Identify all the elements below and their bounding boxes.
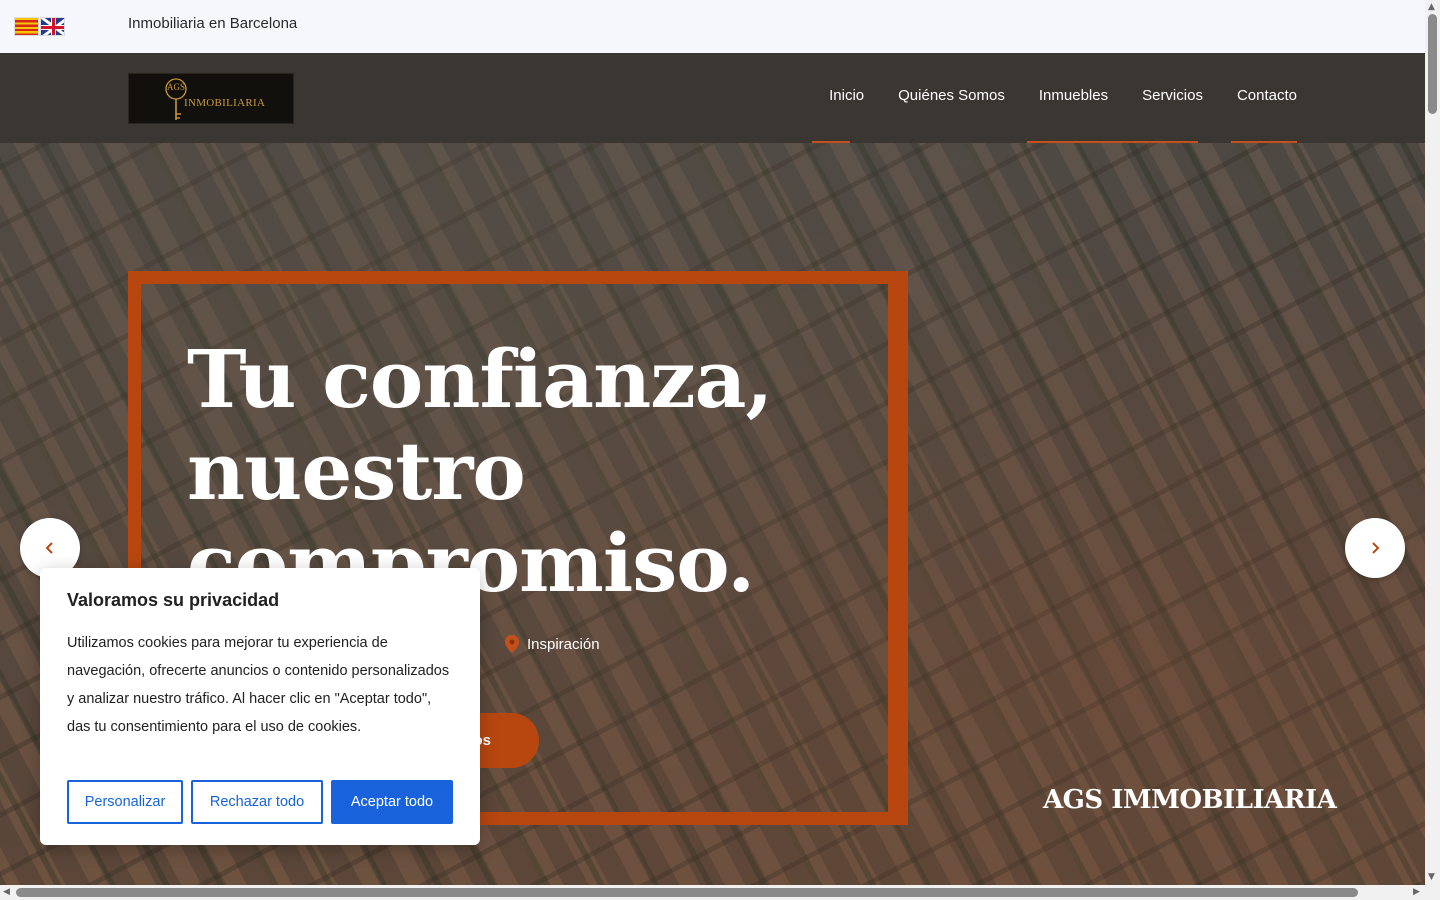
scroll-up-icon[interactable]: ▲ <box>1428 2 1435 12</box>
chevron-left-icon <box>45 542 53 554</box>
cookie-actions: Personalizar Rechazar todo Aceptar todo <box>67 780 453 824</box>
vertical-scroll-thumb[interactable] <box>1428 14 1437 114</box>
main-navbar: AGS INMOBILIARIA Inicio Quiénes Somos In… <box>0 53 1425 143</box>
slider-next-button[interactable] <box>1345 518 1405 578</box>
reject-all-cookies-button[interactable]: Rechazar todo <box>191 780 323 824</box>
main-menu: Inicio Quiénes Somos Inmuebles Servicios… <box>829 87 1297 104</box>
hero-tag: Inspiración <box>505 635 600 653</box>
hero-title-line-1: Tu confianza, <box>187 332 773 426</box>
nav-quienes-somos[interactable]: Quiénes Somos <box>898 87 1005 104</box>
top-tagline: Inmobiliaria en Barcelona <box>128 15 298 32</box>
flag-catalonia-icon[interactable] <box>14 17 39 36</box>
cookie-consent-banner: Valoramos su privacidad Utilizamos cooki… <box>40 568 480 845</box>
horizontal-scroll-thumb[interactable] <box>16 888 1358 897</box>
logo-text: INMOBILIARIA <box>184 97 266 109</box>
nav-contacto[interactable]: Contacto <box>1237 87 1297 104</box>
horizontal-scrollbar[interactable]: ◀ ▶ <box>0 885 1440 900</box>
scroll-left-icon[interactable]: ◀ <box>3 887 10 897</box>
flag-uk-icon[interactable] <box>40 17 65 36</box>
hero-brand-mark: AGS IMMOBILIARIA <box>1043 785 1337 815</box>
cookie-description: Utilizamos cookies para mejorar tu exper… <box>67 635 450 735</box>
nav-inicio[interactable]: Inicio <box>829 87 864 104</box>
scroll-down-icon[interactable]: ▼ <box>1428 872 1435 882</box>
customize-cookies-button[interactable]: Personalizar <box>67 780 183 824</box>
logo-monogram: AGS <box>167 82 186 92</box>
vertical-scrollbar[interactable]: ▲ ▼ <box>1425 0 1440 885</box>
location-pin-icon <box>505 635 519 653</box>
site-logo[interactable]: AGS INMOBILIARIA <box>128 73 294 124</box>
nav-inmuebles[interactable]: Inmuebles <box>1039 87 1108 104</box>
chevron-right-icon <box>1372 542 1380 554</box>
top-bar: Inmobiliaria en Barcelona <box>0 0 1425 53</box>
hero-tag-label: Inspiración <box>527 635 600 653</box>
nav-servicios[interactable]: Servicios <box>1142 87 1203 104</box>
hero-title-line-2: nuestro <box>187 424 526 518</box>
accept-all-cookies-button[interactable]: Aceptar todo <box>331 780 453 824</box>
scroll-right-icon[interactable]: ▶ <box>1413 887 1420 897</box>
cookie-title: Valoramos su privacidad <box>67 590 280 610</box>
